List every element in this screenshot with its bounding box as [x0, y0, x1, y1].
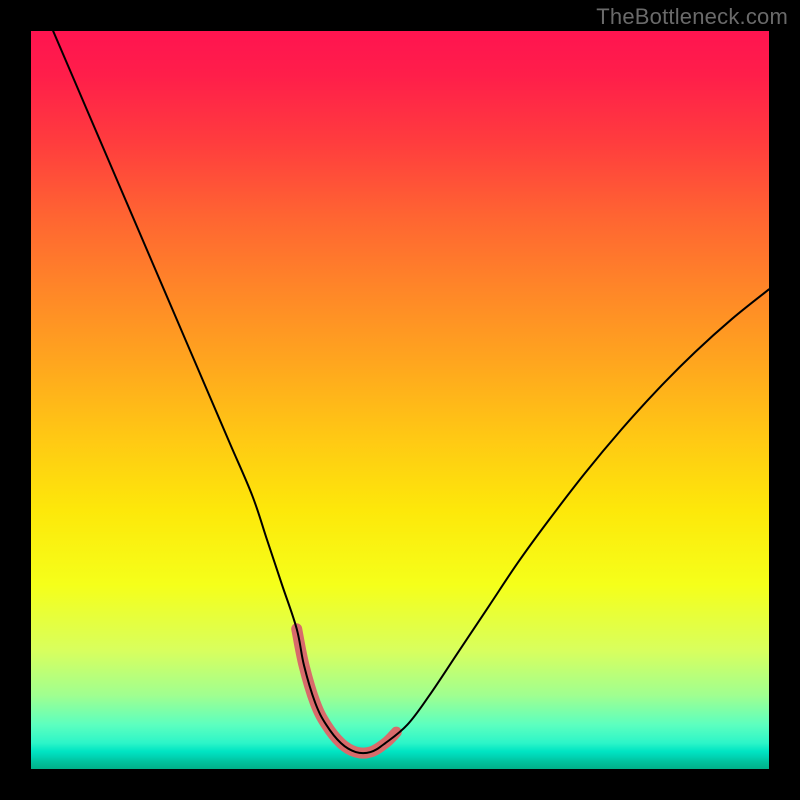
- bottleneck-curve-path: [53, 31, 769, 753]
- chart-svg: [31, 31, 769, 769]
- watermark-text: TheBottleneck.com: [596, 4, 788, 30]
- chart-frame: TheBottleneck.com: [0, 0, 800, 800]
